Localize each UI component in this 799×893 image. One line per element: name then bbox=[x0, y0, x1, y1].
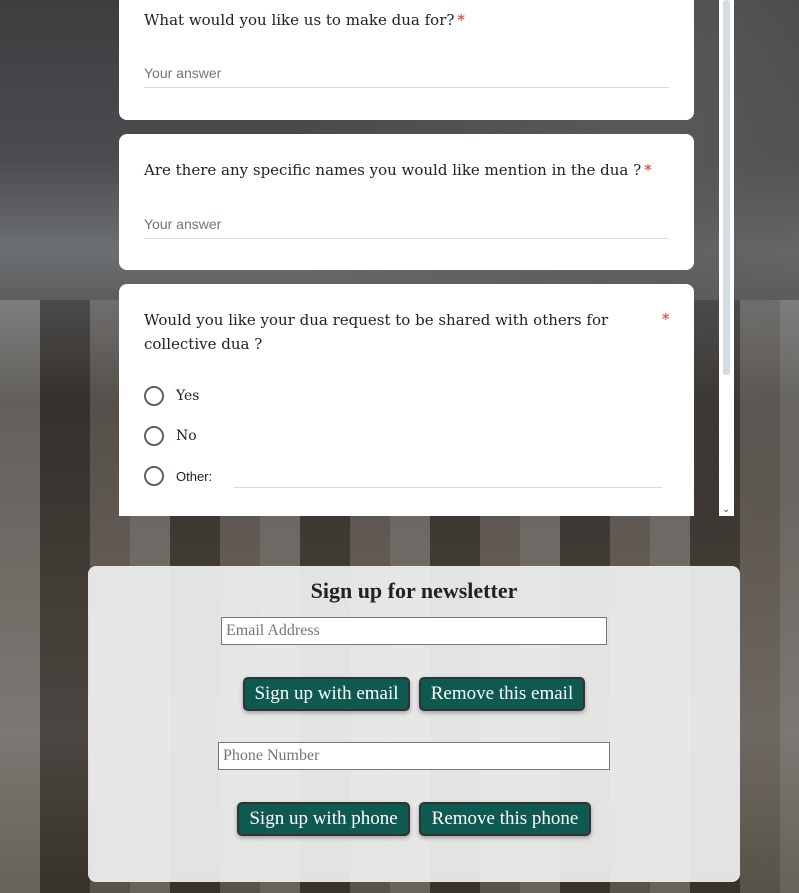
remove-email-button[interactable]: Remove this email bbox=[419, 677, 585, 711]
other-input[interactable] bbox=[234, 487, 662, 488]
question-label: What would you like us to make dua for? * bbox=[144, 11, 465, 29]
newsletter-title: Sign up for newsletter bbox=[310, 578, 518, 603]
question-card-names: Are there any specific names you would l… bbox=[119, 134, 694, 270]
radio-yes[interactable]: Yes bbox=[144, 386, 200, 406]
question-card-dua: What would you like us to make dua for? *… bbox=[119, 0, 694, 120]
email-input[interactable] bbox=[221, 617, 607, 645]
scrollbar[interactable]: ⌄ bbox=[719, 0, 734, 516]
radio-circle-icon bbox=[144, 426, 164, 446]
signup-email-button[interactable]: Sign up with email bbox=[243, 677, 410, 711]
radio-circle-icon bbox=[144, 466, 164, 486]
question-card-share: Would you like your dua request to be sh… bbox=[119, 284, 694, 516]
answer-input[interactable]: Your answer bbox=[144, 216, 669, 239]
answer-input[interactable]: Your answer bbox=[144, 65, 669, 88]
radio-other[interactable]: Other: bbox=[144, 466, 212, 486]
phone-input[interactable] bbox=[218, 742, 610, 770]
newsletter-panel: Sign up for newsletter Sign up with emai… bbox=[88, 566, 740, 882]
question-label: Would you like your dua request to be sh… bbox=[144, 311, 609, 353]
remove-phone-button[interactable]: Remove this phone bbox=[419, 802, 591, 836]
required-marker: * bbox=[662, 310, 670, 328]
signup-phone-button[interactable]: Sign up with phone bbox=[237, 802, 410, 836]
radio-label: Other: bbox=[176, 468, 213, 484]
question-label: Are there any specific names you would l… bbox=[144, 161, 652, 179]
radio-circle-icon bbox=[144, 386, 164, 406]
radio-label: Yes bbox=[176, 388, 200, 404]
radio-label: No bbox=[176, 428, 197, 444]
radio-no[interactable]: No bbox=[144, 426, 197, 446]
embedded-form: What would you like us to make dua for? *… bbox=[0, 0, 734, 516]
chevron-down-icon[interactable]: ⌄ bbox=[722, 504, 730, 515]
scrollbar-thumb[interactable] bbox=[723, 0, 730, 375]
